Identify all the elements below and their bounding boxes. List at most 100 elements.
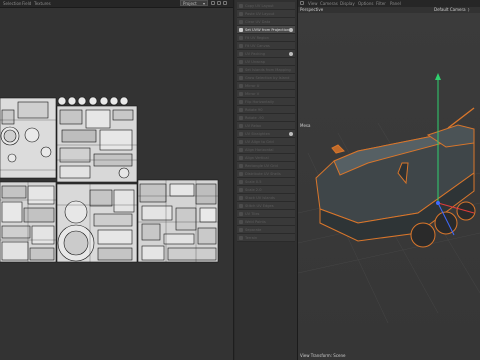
vp-menu-filter[interactable]: Filter — [376, 1, 386, 6]
command-label: Rotate 90 — [245, 108, 263, 112]
gizmo-center — [436, 201, 440, 205]
uv-canvas[interactable] — [0, 0, 233, 360]
command-label: Rectangle UV Grid — [245, 164, 278, 168]
viewport-panel: View Cameras Display Options Filter Pane… — [298, 0, 480, 360]
command-label: Separate — [245, 228, 262, 232]
command-label: Set UVW from Projection — [245, 28, 290, 32]
command-label: Clear UV Data — [245, 20, 271, 24]
vp-menu-view[interactable]: View — [308, 1, 318, 6]
overlay-label: Mesa — [300, 123, 311, 128]
command-label: Scale 2.0 — [245, 188, 262, 192]
command-label: UV Straighten — [245, 132, 271, 136]
command-icon — [239, 52, 243, 56]
gear-icon[interactable] — [289, 52, 293, 56]
command-label: Mirror V — [245, 92, 260, 96]
viewport-canvas[interactable]: Mesa View Transform: Scene — [298, 13, 480, 360]
command-icon — [239, 68, 243, 72]
command-icon — [239, 36, 243, 40]
view-label: Perspective — [300, 7, 324, 12]
command-icon — [239, 100, 243, 104]
command-label: Grow Selection by Island — [245, 76, 290, 80]
uv-commands-panel: Copy UV Layout Paste UV Layout Clear UV Da… — [235, 0, 298, 360]
command-item[interactable]: Mirror U — [237, 82, 295, 90]
command-item[interactable]: UV Unwrap — [237, 58, 295, 66]
command-label: Fit UV Region — [245, 36, 269, 40]
command-item[interactable]: Rectangle UV Grid — [237, 162, 295, 170]
command-item[interactable]: Separate — [237, 226, 295, 234]
command-label: Stack UV Islands — [245, 196, 275, 200]
uv-menubar: Selection Field Textures Project ▾ — [0, 0, 233, 8]
command-item[interactable]: UV Relax — [237, 122, 295, 130]
project-select[interactable]: Project ▾ — [180, 0, 208, 6]
uv-menu-textures[interactable]: Textures — [34, 1, 51, 6]
command-label: Terrain — [245, 236, 258, 240]
command-item[interactable]: UV Packing — [237, 50, 295, 58]
viewport-menubar: View Cameras Display Options Filter Pane… — [298, 0, 480, 7]
command-item[interactable]: Rotate -90 — [237, 114, 295, 122]
lock-icon[interactable] — [211, 1, 215, 5]
command-label: Rotate -90 — [245, 116, 264, 120]
project-select-value: Project — [183, 1, 197, 6]
command-icon — [239, 116, 243, 120]
uv-menu-field[interactable]: Field — [22, 1, 31, 6]
grid-icon[interactable] — [217, 1, 221, 5]
camera-label[interactable]: Default Camera — [434, 7, 466, 12]
command-label: UV Packing — [245, 52, 266, 56]
command-item[interactable]: Weld Points — [237, 218, 295, 226]
command-item[interactable]: Terrain — [237, 234, 295, 242]
command-item[interactable]: Distribute UV Shells — [237, 170, 295, 178]
vp-menu-display[interactable]: Display — [340, 1, 355, 6]
command-item[interactable]: Clear UV Data — [237, 18, 295, 26]
command-label: Distribute UV Shells — [245, 172, 281, 176]
vp-menu-cameras[interactable]: Cameras — [320, 1, 338, 6]
uv-menu-selection[interactable]: Selection — [3, 1, 21, 6]
command-label: Paste UV Layout — [245, 12, 275, 16]
command-item[interactable]: Fit UV Canvas — [237, 42, 295, 50]
command-item[interactable]: Align Horizontal — [237, 146, 295, 154]
camera-chevron-icon[interactable]: ⟩ — [468, 7, 470, 12]
command-icon — [239, 204, 243, 208]
chevron-down-icon: ▾ — [202, 1, 205, 6]
command-label: Flip Horizontally — [245, 100, 274, 104]
command-item[interactable]: Set UVW from Projection — [237, 26, 295, 34]
command-item[interactable]: Fit UV Region — [237, 34, 295, 42]
command-item[interactable]: Mirror V — [237, 90, 295, 98]
command-label: Stitch UV Edges — [245, 204, 274, 208]
command-icon — [239, 92, 243, 96]
command-icon — [239, 172, 243, 176]
expand-icon[interactable] — [223, 1, 227, 5]
command-icon — [239, 76, 243, 80]
command-icon — [239, 28, 243, 32]
command-icon — [239, 20, 243, 24]
command-item[interactable]: Copy UV Layout — [237, 2, 295, 10]
command-item[interactable]: Paste UV Layout — [237, 10, 295, 18]
vp-menu-panel[interactable]: Panel — [390, 1, 401, 6]
viewport-toggle-icon[interactable] — [300, 1, 304, 5]
command-item[interactable]: UV Align to Grid — [237, 138, 295, 146]
command-item[interactable]: UV Straighten — [237, 130, 295, 138]
command-label: Align Vertical — [245, 156, 269, 160]
command-icon — [239, 212, 243, 216]
uv-editor-panel: Selection Field Textures Project ▾ — [0, 0, 234, 360]
command-item[interactable]: Grow Selection by Island — [237, 74, 295, 82]
command-item[interactable]: Flip Horizontally — [237, 98, 295, 106]
command-item[interactable]: Align Vertical — [237, 154, 295, 162]
command-icon — [239, 132, 243, 136]
command-item[interactable]: UV Tiles — [237, 210, 295, 218]
command-item[interactable]: Rotate 90 — [237, 106, 295, 114]
command-item[interactable]: Scale 0.5 — [237, 178, 295, 186]
command-item[interactable]: Set Islands from Mapping — [237, 66, 295, 74]
command-item[interactable]: Scale 2.0 — [237, 186, 295, 194]
command-icon — [239, 148, 243, 152]
command-icon — [239, 4, 243, 8]
vp-menu-options[interactable]: Options — [358, 1, 373, 6]
command-icon — [239, 196, 243, 200]
gear-icon[interactable] — [289, 28, 293, 32]
command-label: Fit UV Canvas — [245, 44, 270, 48]
command-label: Set Islands from Mapping — [245, 68, 291, 72]
command-item[interactable]: Stitch UV Edges — [237, 202, 295, 210]
command-item[interactable]: Stack UV Islands — [237, 194, 295, 202]
gear-icon[interactable] — [289, 132, 293, 136]
command-icon — [239, 84, 243, 88]
command-icon — [239, 156, 243, 160]
